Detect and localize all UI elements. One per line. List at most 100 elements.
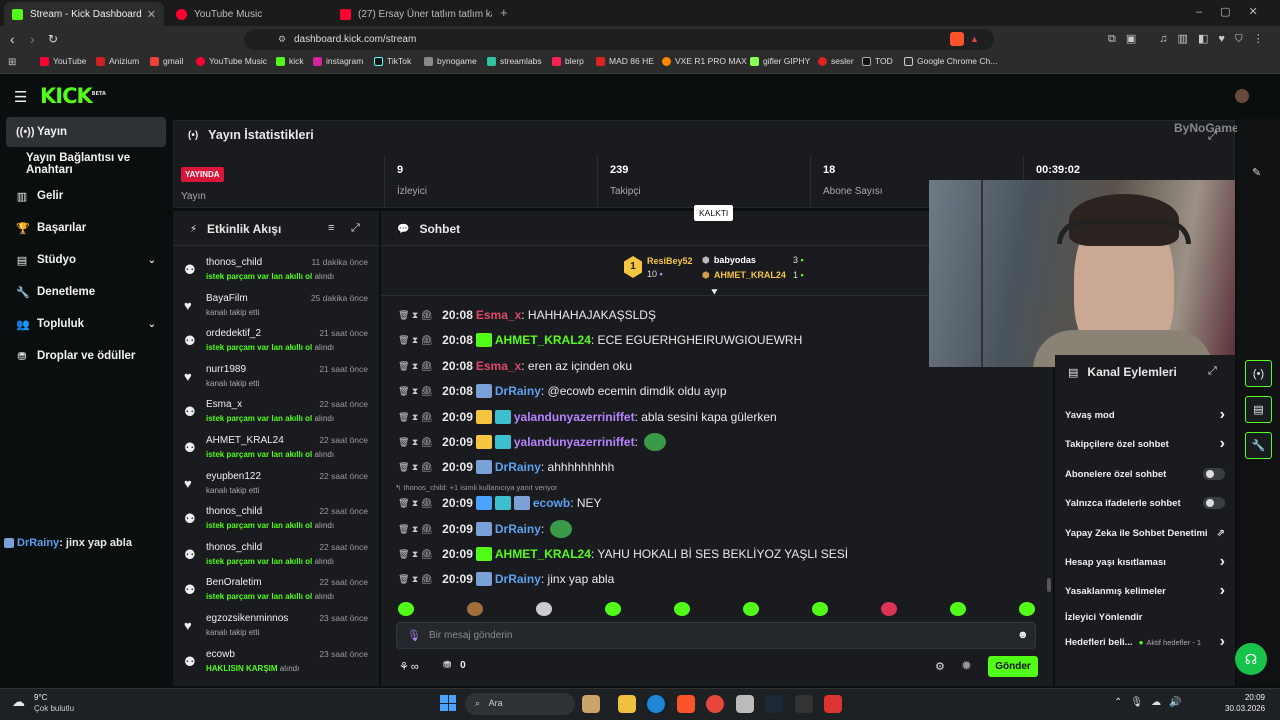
- url-input[interactable]: dashboard.kick.com/stream: [244, 29, 994, 50]
- filter-icon[interactable]: ≡: [328, 222, 334, 234]
- mod-tools-icon[interactable]: 🗑 ⧗ ⏲: [398, 361, 432, 372]
- epic-games-icon[interactable]: [795, 695, 813, 713]
- emote-icon[interactable]: [674, 602, 690, 616]
- apps-grid-icon[interactable]: ⊞: [8, 57, 16, 68]
- chat-message[interactable]: 🗑 ⧗ ⏲ 20:09 DrRainy: jinx yap abla: [398, 569, 614, 589]
- settings-gear-icon[interactable]: ⚙: [935, 660, 945, 673]
- chat-message[interactable]: 🗑 ⧗ ⏲ 20:09 DrRainy: ahhhhhhhhh: [398, 457, 614, 477]
- new-tab-icon[interactable]: +: [500, 5, 508, 20]
- toggle-switch[interactable]: [1203, 497, 1225, 509]
- chat-message[interactable]: 🗑 ⧗ ⏲ 20:08 DrRainy: @ecowb ecemin dimdik …: [398, 381, 727, 401]
- system-tray-icons[interactable]: ⌃🎙☁🔊: [1114, 697, 1190, 708]
- emoji-icon[interactable]: ☻: [1017, 629, 1029, 641]
- chat-username[interactable]: Esma_x: [476, 359, 521, 373]
- emote-icon[interactable]: [1019, 602, 1035, 616]
- action-item[interactable]: Yavaş mod ›: [1065, 406, 1225, 423]
- chat-message[interactable]: 🗑 ⧗ ⏲ 20:09 AHMET_KRAL24: YAHU HOKALI Bİ S…: [398, 544, 848, 564]
- reload-icon[interactable]: ↻: [48, 31, 58, 47]
- bookmark-tod[interactable]: TOD: [862, 56, 893, 66]
- activity-item[interactable]: ⚉ ordedektif_2 21 saat önce istek parçam va…: [180, 326, 372, 361]
- microphone-icon[interactable]: 🎙: [407, 629, 421, 642]
- popout-icon[interactable]: ⤢: [1208, 365, 1217, 378]
- bookmark-folder-chrome[interactable]: Google Chrome Ch...: [904, 56, 997, 66]
- action-item[interactable]: Abonelere özel sohbet: [1065, 466, 1225, 482]
- chat-scrollbar[interactable]: [1047, 578, 1051, 592]
- widget-icon[interactable]: [582, 695, 600, 713]
- activity-item[interactable]: ♥ BayaFilm 25 dakika önce kanalı takip etti: [180, 291, 372, 326]
- hamburger-menu-icon[interactable]: ☰: [14, 88, 27, 106]
- chat-input[interactable]: 🎙 Bir mesaj gönderin ☻: [396, 622, 1036, 649]
- action-item[interactable]: Yapay Zeka ile Sohbet Denetimi ⇗: [1065, 525, 1225, 541]
- window-controls-icon[interactable]: –▢✕: [1196, 5, 1276, 18]
- extensions-icon[interactable]: ⧉▣ ♫▥◧♥⛉⋮: [1108, 32, 1274, 46]
- forward-icon[interactable]: ›: [30, 31, 35, 47]
- brave-shields-icon[interactable]: [950, 32, 964, 46]
- collapse-icon[interactable]: ⯆: [710, 287, 719, 300]
- action-item[interactable]: Takipçilere özel sohbet ›: [1065, 435, 1225, 452]
- chat-username[interactable]: yalandunyazerriniffet: [514, 410, 635, 424]
- store-icon[interactable]: [736, 695, 754, 713]
- points-display[interactable]: ⛃ 0: [443, 660, 466, 671]
- browser-tab-youtube-music[interactable]: YouTube Music: [168, 2, 328, 26]
- bookmark-blerp[interactable]: blerp: [552, 56, 584, 66]
- leaderboard-row-3[interactable]: ⬢ AHMET_KRAL24: [702, 270, 786, 281]
- mod-tools-icon[interactable]: 🗑 ⧗ ⏲: [398, 310, 432, 321]
- mod-tools-icon[interactable]: 🗑 ⧗ ⏲: [398, 574, 432, 585]
- emote-icon[interactable]: [812, 602, 828, 616]
- kick-logo[interactable]: KICKBETA: [40, 84, 106, 108]
- nav-item-drops[interactable]: ⛃ Droplar ve ödüller: [6, 341, 166, 371]
- popout-icon[interactable]: ⤢: [351, 222, 360, 235]
- chat-username[interactable]: AHMET_KRAL24: [495, 333, 591, 347]
- gift-subs-icon[interactable]: ✹: [961, 658, 972, 674]
- chat-message[interactable]: 🗑 ⧗ ⏲ 20:08 Esma_x: HAHHAHAJAKAŞSLDŞ: [398, 305, 656, 325]
- mod-tools-icon[interactable]: 🗑 ⧗ ⏲: [398, 412, 432, 423]
- activity-item[interactable]: ⚉ BenOraletim 22 saat önce istek parçam var…: [180, 575, 372, 610]
- file-explorer-icon[interactable]: [618, 695, 636, 713]
- bookmark-kick[interactable]: kick: [276, 56, 304, 66]
- activity-item[interactable]: ⚉ thonos_child 11 dakika önce istek parçam …: [180, 255, 372, 290]
- browser-tab-youtube[interactable]: (27) Ersay Üner tatlım tatlım karaoke: [332, 2, 492, 26]
- chat-message[interactable]: 🗑 ⧗ ⏲ 20:08 Esma_x: eren az içinden oku: [398, 356, 632, 376]
- emote-icon[interactable]: [743, 602, 759, 616]
- chat-username[interactable]: DrRainy: [495, 384, 541, 398]
- brave-icon[interactable]: [677, 695, 695, 713]
- action-item[interactable]: Hedefleri beli... ● Aktif hedefler - 1 ›: [1065, 633, 1225, 650]
- back-icon[interactable]: ‹: [10, 31, 15, 47]
- action-item[interactable]: Hesap yaşı kısıtlaması ›: [1065, 553, 1225, 570]
- toggle-switch[interactable]: [1203, 468, 1225, 480]
- nav-item-community[interactable]: 👥 Topluluk ⌄: [6, 309, 166, 339]
- activity-item[interactable]: ⚉ thonos_child 22 saat önce istek parçam va…: [180, 504, 372, 539]
- nav-item-stream-key[interactable]: Yayın Bağlantısı ve Anahtarı: [6, 149, 172, 179]
- bookmark-gmail[interactable]: gmail: [150, 56, 183, 66]
- leaderboard-row-2[interactable]: ⬢ babyodas: [702, 255, 756, 266]
- edit-icon[interactable]: ✎: [1252, 166, 1261, 179]
- chrome-icon[interactable]: [706, 695, 724, 713]
- nav-item-studio[interactable]: ▤ Stüdyo ⌄: [6, 245, 166, 275]
- support-headset-button[interactable]: ☊: [1235, 643, 1267, 675]
- bookmark-tiktok[interactable]: TikTok: [374, 56, 411, 66]
- bookmark-streamlabs[interactable]: streamlabs: [487, 56, 542, 66]
- mod-tools-icon[interactable]: 🗑 ⧗ ⏲: [398, 498, 432, 509]
- bookmark-anizium[interactable]: Anizium: [96, 56, 139, 66]
- close-tab-icon[interactable]: ✕: [147, 8, 156, 21]
- nav-item-revenue[interactable]: ▥ Gelir: [6, 181, 166, 211]
- leaderboard-user[interactable]: ResiBey52: [647, 256, 693, 266]
- activity-item[interactable]: ⚉ ecowb 23 saat önce HAKLISIN KARŞIM alındı: [180, 647, 372, 682]
- send-button[interactable]: Gönder: [988, 656, 1038, 677]
- emote-icon[interactable]: [536, 602, 552, 616]
- activity-item[interactable]: ⚉ thonos_child 22 saat önce istek parçam va…: [180, 540, 372, 575]
- emote-icon[interactable]: [467, 602, 483, 616]
- taskbar-search[interactable]: ⌕ Ara: [465, 693, 575, 715]
- infinity-icon[interactable]: ⚘∞: [399, 660, 421, 673]
- chat-username[interactable]: DrRainy: [495, 522, 541, 536]
- activity-item[interactable]: ⚉ Esma_x 22 saat önce istek parçam var lan …: [180, 397, 372, 432]
- mod-tools-icon[interactable]: 🗑 ⧗ ⏲: [398, 437, 432, 448]
- bookmark-youtube-music[interactable]: YouTube Music: [196, 56, 267, 66]
- bookmark-mad86[interactable]: MAD 86 HE: [596, 56, 654, 66]
- chat-message[interactable]: 🗑 ⧗ ⏲ 20:09 yalandunyazerriniffet: abla se…: [398, 407, 777, 427]
- activity-item[interactable]: ⚉ AHMET_KRAL24 22 saat önce istek parçam va…: [180, 433, 372, 468]
- chat-username[interactable]: AHMET_KRAL24: [495, 547, 591, 561]
- activity-item[interactable]: ♥ eyupben122 22 saat önce kanalı takip etti: [180, 469, 372, 504]
- broadcast-tool-button[interactable]: (•): [1245, 360, 1272, 387]
- emote-icon[interactable]: [398, 602, 414, 616]
